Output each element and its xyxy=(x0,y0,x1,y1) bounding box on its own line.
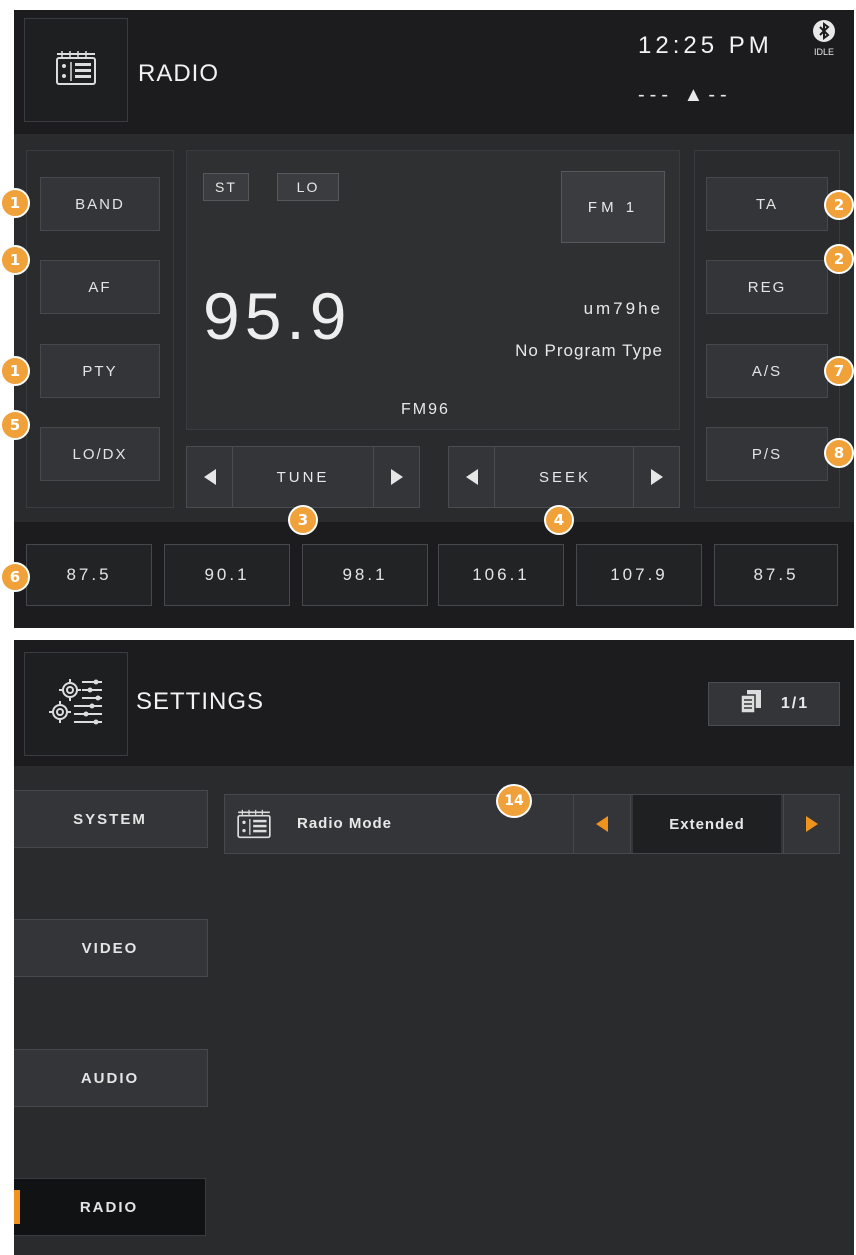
settings-home-button[interactable] xyxy=(24,652,128,756)
left-arrow-icon xyxy=(596,816,608,832)
seek-up-button[interactable] xyxy=(633,447,679,507)
radio-mode-prev-button[interactable] xyxy=(573,795,631,853)
stereo-indicator: ST xyxy=(203,173,249,201)
left-arrow-icon xyxy=(465,469,478,485)
pages-icon xyxy=(739,689,763,720)
callout-badge-presets: 6 xyxy=(0,562,30,592)
callout-badge-pty: 1 xyxy=(0,356,30,386)
right-arrow-icon xyxy=(805,816,818,832)
page-indicator[interactable]: 1/1 xyxy=(708,682,840,726)
nav-radio[interactable]: RADIO xyxy=(14,1178,206,1236)
ps-button[interactable]: P/S xyxy=(706,427,828,481)
callout-badge-as: 7 xyxy=(824,356,854,386)
right-arrow-icon xyxy=(650,469,663,485)
callout-badge-band: 1 xyxy=(0,188,30,218)
af-button[interactable]: AF xyxy=(40,260,160,314)
as-button[interactable]: A/S xyxy=(706,344,828,398)
radio-mode-row: Radio Mode Extended xyxy=(224,794,840,854)
tune-up-button[interactable] xyxy=(373,447,419,507)
callout-badge-reg: 2 xyxy=(824,244,854,274)
seek-label: SEEK xyxy=(538,468,592,486)
station-name: FM96 xyxy=(401,401,450,418)
frequency-value: 95.9 xyxy=(203,279,352,353)
compass-indicator: --- ▲-- xyxy=(638,84,732,106)
rds-text: um79he xyxy=(583,299,663,318)
radio-icon xyxy=(235,809,273,844)
preset-button-3[interactable]: 98.1 xyxy=(302,544,428,606)
settings-screen: SETTINGS 1/1 SYSTEM VIDEO AUDIO RADIO Ra… xyxy=(14,640,854,1255)
preset-button-6[interactable]: 87.5 xyxy=(714,544,838,606)
preset-button-1[interactable]: 87.5 xyxy=(26,544,152,606)
reg-button[interactable]: REG xyxy=(706,260,828,314)
tune-control: TUNE xyxy=(186,446,420,508)
page-title: RADIO xyxy=(138,60,220,87)
clock: 12:25 PM xyxy=(638,32,773,59)
radio-home-button[interactable] xyxy=(24,18,128,122)
bluetooth-status: IDLE xyxy=(810,20,838,57)
radio-header: RADIO 12:25 PM IDLE --- ▲-- xyxy=(14,10,854,134)
radio-mode-label: Radio Mode xyxy=(297,815,392,832)
callout-badge-ta: 2 xyxy=(824,190,854,220)
nav-video[interactable]: VIDEO xyxy=(14,919,208,977)
callout-badge-af: 1 xyxy=(0,245,30,275)
nav-audio[interactable]: AUDIO xyxy=(14,1049,208,1107)
callout-badge-seek: 4 xyxy=(544,505,574,535)
callout-badge-radio-mode: 14 xyxy=(496,784,532,818)
callout-badge-lodx: 5 xyxy=(0,410,30,440)
preset-button-4[interactable]: 106.1 xyxy=(438,544,564,606)
local-indicator: LO xyxy=(277,173,339,201)
nav-system[interactable]: SYSTEM xyxy=(14,790,208,848)
band-indicator: FM 1 xyxy=(561,171,665,243)
preset-button-2[interactable]: 90.1 xyxy=(164,544,290,606)
right-arrow-icon xyxy=(390,469,403,485)
ta-button[interactable]: TA xyxy=(706,177,828,231)
radio-screen: RADIO 12:25 PM IDLE --- ▲-- BAND AF PTY … xyxy=(14,10,854,628)
radio-mode-next-button[interactable] xyxy=(783,795,839,853)
radio-mode-value: Extended xyxy=(633,795,781,853)
bluetooth-status-label: IDLE xyxy=(813,47,834,57)
tune-label: TUNE xyxy=(276,468,330,486)
left-arrow-icon xyxy=(203,469,216,485)
seek-down-button[interactable] xyxy=(449,447,495,507)
lodx-button[interactable]: LO/DX xyxy=(40,427,160,481)
pty-button[interactable]: PTY xyxy=(40,344,160,398)
page-title: SETTINGS xyxy=(136,688,265,715)
tune-down-button[interactable] xyxy=(187,447,233,507)
bluetooth-icon xyxy=(813,20,835,42)
callout-badge-ps: 8 xyxy=(824,438,854,468)
seek-control: SEEK xyxy=(448,446,680,508)
radio-icon xyxy=(54,50,98,91)
band-button[interactable]: BAND xyxy=(40,177,160,231)
active-nav-indicator xyxy=(14,1190,20,1224)
frequency-display: ST LO FM 1 95.9 um79he No Program Type F… xyxy=(186,150,680,430)
settings-gears-icon xyxy=(44,672,108,737)
page-count: 1/1 xyxy=(780,695,810,712)
program-type: No Program Type xyxy=(515,341,663,360)
preset-button-5[interactable]: 107.9 xyxy=(576,544,702,606)
callout-badge-tune: 3 xyxy=(288,505,318,535)
settings-header: SETTINGS 1/1 xyxy=(14,640,854,766)
